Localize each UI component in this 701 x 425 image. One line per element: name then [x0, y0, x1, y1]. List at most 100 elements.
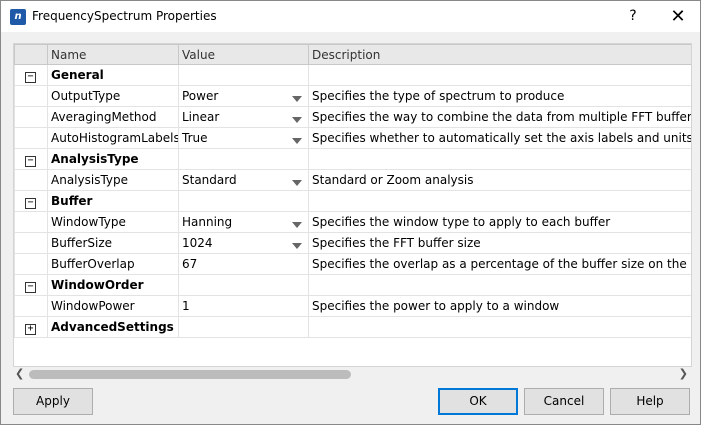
dropdown-arrow-icon[interactable]	[292, 117, 302, 123]
property-name[interactable]: WindowPower	[47, 295, 179, 317]
column-header-description[interactable]: Description	[308, 44, 691, 65]
column-header-value[interactable]: Value	[178, 44, 309, 65]
row-gutter: +	[14, 316, 48, 338]
apply-button[interactable]: Apply	[13, 388, 93, 415]
collapse-icon[interactable]: −	[25, 155, 36, 167]
row-gutter: −	[14, 64, 48, 86]
property-row[interactable]: WindowType Hanning Specifies the window ty…	[14, 211, 691, 233]
window-title: FrequencySpectrum Properties	[32, 9, 217, 23]
property-value-text: 1	[182, 299, 190, 313]
property-value[interactable]: Standard	[178, 169, 309, 191]
property-name[interactable]: OutputType	[47, 85, 179, 107]
header-gutter	[14, 44, 48, 65]
property-value[interactable]: Linear	[178, 106, 309, 128]
property-description: Specifies the window type to apply to ea…	[308, 211, 691, 233]
property-name[interactable]: AutoHistogramLabels	[47, 127, 179, 149]
property-name[interactable]: AveragingMethod	[47, 106, 179, 128]
title-bar: n FrequencySpectrum Properties ? ✕	[1, 1, 700, 32]
row-gutter	[14, 211, 48, 233]
category-description-cell	[308, 64, 691, 86]
property-row[interactable]: BufferOverlap 67 Specifies the overlap as …	[14, 253, 691, 275]
category-row[interactable]: − Buffer	[14, 190, 691, 212]
property-row[interactable]: AveragingMethod Linear Specifies the way t…	[14, 106, 691, 128]
property-value-text: Standard	[182, 173, 237, 187]
row-gutter: −	[14, 148, 48, 170]
expand-icon[interactable]: +	[25, 323, 36, 335]
dropdown-arrow-icon[interactable]	[292, 96, 302, 102]
category-description-cell	[308, 148, 691, 170]
row-gutter	[14, 253, 48, 275]
ok-button[interactable]: OK	[438, 388, 518, 415]
property-row[interactable]: AutoHistogramLabels True Specifies whether…	[14, 127, 691, 149]
collapse-icon[interactable]: −	[25, 71, 36, 83]
category-value-cell	[178, 190, 309, 212]
category-row[interactable]: − AnalysisType	[14, 148, 691, 170]
property-value-text: True	[182, 131, 208, 145]
dropdown-arrow-icon[interactable]	[292, 222, 302, 228]
property-value-text: Hanning	[182, 215, 233, 229]
row-gutter	[14, 232, 48, 254]
dropdown-arrow-icon[interactable]	[292, 243, 302, 249]
row-gutter	[14, 127, 48, 149]
property-row[interactable]: BufferSize 1024 Specifies the FFT buffer s…	[14, 232, 691, 254]
row-gutter	[14, 85, 48, 107]
category-row[interactable]: + AdvancedSettings	[14, 316, 691, 338]
property-description: Specifies the FFT buffer size	[308, 232, 691, 254]
scroll-thumb[interactable]	[29, 370, 351, 379]
column-header-name[interactable]: Name	[47, 44, 179, 65]
scroll-left-icon[interactable]: ❮	[15, 367, 24, 380]
category-name: AdvancedSettings	[47, 316, 179, 338]
dropdown-arrow-icon[interactable]	[292, 138, 302, 144]
help-button[interactable]: Help	[610, 388, 690, 415]
category-description-cell	[308, 190, 691, 212]
property-grid: Name Value Description − General OutputTyp…	[13, 43, 692, 367]
horizontal-scrollbar[interactable]: ❮ ❯	[13, 367, 690, 382]
row-gutter	[14, 169, 48, 191]
dropdown-arrow-icon[interactable]	[292, 180, 302, 186]
property-value[interactable]: 1	[178, 295, 309, 317]
category-value-cell	[178, 64, 309, 86]
property-description: Specifies whether to automatically set t…	[308, 127, 691, 149]
property-row[interactable]: WindowPower 1 Specifies the power to apply…	[14, 295, 691, 317]
property-description: Specifies the type of spectrum to produc…	[308, 85, 691, 107]
grid-header: Name Value Description	[14, 44, 691, 65]
row-gutter	[14, 295, 48, 317]
property-value-text: 67	[182, 257, 198, 271]
property-row[interactable]: AnalysisType Standard Standard or Zoom ana…	[14, 169, 691, 191]
property-name[interactable]: BufferSize	[47, 232, 179, 254]
category-value-cell	[178, 316, 309, 338]
property-name[interactable]: BufferOverlap	[47, 253, 179, 275]
category-name: AnalysisType	[47, 148, 179, 170]
help-icon[interactable]: ?	[621, 2, 645, 31]
grid-body: − General OutputType Power Specifies the typ…	[14, 64, 691, 338]
property-value-text: Power	[182, 89, 219, 103]
property-name[interactable]: WindowType	[47, 211, 179, 233]
property-value-text: 1024	[182, 236, 213, 250]
property-value[interactable]: 67	[178, 253, 309, 275]
category-name: Buffer	[47, 190, 179, 212]
property-description: Specifies the power to apply to a window	[308, 295, 691, 317]
property-value[interactable]: 1024	[178, 232, 309, 254]
cancel-button[interactable]: Cancel	[524, 388, 604, 415]
collapse-icon[interactable]: −	[25, 281, 36, 293]
category-description-cell	[308, 274, 691, 296]
app-icon: n	[10, 9, 26, 25]
category-value-cell	[178, 148, 309, 170]
property-value[interactable]: Power	[178, 85, 309, 107]
property-description: Specifies the overlap as a percentage of…	[308, 253, 691, 275]
category-name: General	[47, 64, 179, 86]
category-row[interactable]: − WindowOrder	[14, 274, 691, 296]
property-value[interactable]: Hanning	[178, 211, 309, 233]
scroll-right-icon[interactable]: ❯	[679, 367, 688, 380]
property-description: Standard or Zoom analysis	[308, 169, 691, 191]
row-gutter: −	[14, 274, 48, 296]
property-value[interactable]: True	[178, 127, 309, 149]
category-row[interactable]: − General	[14, 64, 691, 86]
property-table: Name Value Description − General OutputTyp…	[14, 44, 691, 338]
property-description: Specifies the way to combine the data fr…	[308, 106, 691, 128]
property-value-text: Linear	[182, 110, 220, 124]
property-row[interactable]: OutputType Power Specifies the type of spe…	[14, 85, 691, 107]
collapse-icon[interactable]: −	[25, 197, 36, 209]
property-name[interactable]: AnalysisType	[47, 169, 179, 191]
close-icon[interactable]: ✕	[656, 2, 700, 31]
